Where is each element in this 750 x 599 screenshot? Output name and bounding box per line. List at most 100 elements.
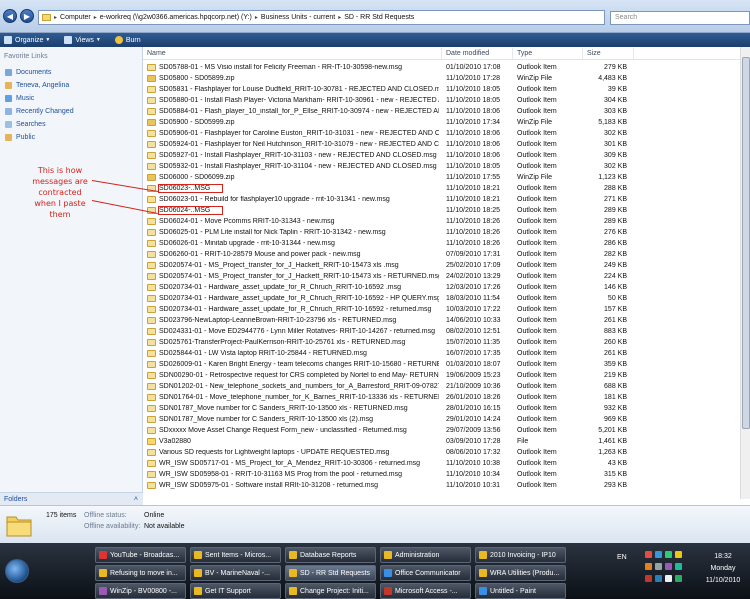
scrollbar-thumb[interactable]	[742, 57, 750, 429]
tray-icon[interactable]	[675, 563, 682, 570]
tray-icon[interactable]	[665, 551, 672, 558]
network-icon[interactable]	[655, 575, 662, 582]
file-row[interactable]: Various SD requests for Lightweight lapt…	[143, 447, 740, 458]
file-row[interactable]: SD025761-TransferProject-PaulKerrison-RR…	[143, 337, 740, 348]
volume-icon[interactable]	[665, 575, 672, 582]
taskbar-button[interactable]: 2010 Invoicing - IP10	[475, 547, 566, 563]
breadcrumb-business-units[interactable]: Business Units - current	[261, 14, 335, 21]
tray-icon[interactable]	[645, 551, 652, 558]
file-row[interactable]: SD020734-01 - Hardware_asset_update_for_…	[143, 304, 740, 315]
tray-icon[interactable]	[655, 551, 662, 558]
file-row[interactable]: SDN00290-01 - Retrospective request for …	[143, 370, 740, 381]
favorite-public[interactable]: Public	[5, 134, 35, 141]
breadcrumb-current-folder[interactable]: SD - RR Std Requests	[344, 14, 414, 21]
file-list[interactable]: Name Date modified Type Size SD05788-01 …	[143, 47, 740, 499]
file-row[interactable]: SD05880-01 - Install Flash Player- Victo…	[143, 95, 740, 106]
file-row[interactable]: SD05900 - SD05999.zip 11/10/2010 17:34 Win…	[143, 117, 740, 128]
file-row[interactable]: SD024331-01 - Move ED2944776 - Lynn Mill…	[143, 326, 740, 337]
column-type[interactable]: Type	[517, 50, 532, 57]
burn-button[interactable]: Burn	[114, 36, 141, 44]
address-box[interactable]: ▸ Computer ▸ e-workreq (\\g2w0366.americ…	[38, 10, 605, 25]
back-button[interactable]: ◀	[3, 9, 17, 23]
tray-icon[interactable]	[675, 575, 682, 582]
file-row[interactable]: SD06024-01 - Move Pcomms RRIT-10-31343 -…	[143, 216, 740, 227]
app-icon	[194, 569, 202, 577]
clock[interactable]: 18:32 Monday 11/10/2010	[700, 551, 746, 587]
taskbar-button-label: WinZip - BV00800 -...	[110, 587, 177, 595]
vertical-scrollbar[interactable]	[740, 47, 750, 499]
taskbar-button[interactable]: Untitled - Paint	[475, 583, 566, 599]
file-row[interactable]: SD06025-01 - PLM Lite install for Nick T…	[143, 227, 740, 238]
start-button[interactable]	[5, 559, 29, 583]
taskbar-button[interactable]: SD - RR Std Requests	[285, 565, 376, 581]
file-row[interactable]: SDN01787_Move number for C Sanders_RRIT-…	[143, 414, 740, 425]
file-row[interactable]: SDN01764-01 - Move_telephone_number_for_…	[143, 392, 740, 403]
taskbar-button[interactable]: Database Reports	[285, 547, 376, 563]
file-type: Outlook Item	[517, 229, 557, 236]
file-row[interactable]: SDN01787_Move number for C Sanders_RRIT-…	[143, 403, 740, 414]
tray-icon[interactable]	[655, 563, 662, 570]
column-size[interactable]: Size	[587, 50, 601, 57]
file-row[interactable]: SD020574-01 - MS_Project_transfer_for_J_…	[143, 260, 740, 271]
file-row[interactable]: WR_ISW SD05975-01 - Software install RRI…	[143, 480, 740, 491]
file-row[interactable]: SD06000 - SD06099.zip 11/10/2010 17:55 Win…	[143, 172, 740, 183]
file-row[interactable]: SD05927-01 - Install Flashplayer_RRIT-10…	[143, 150, 740, 161]
language-indicator[interactable]: EN	[617, 554, 627, 561]
taskbar-button[interactable]: Change Project: Initi...	[285, 583, 376, 599]
organize-button[interactable]: Organize ▼	[4, 36, 50, 44]
file-size: 249 KB	[604, 262, 627, 269]
file-type: Outlook Item	[517, 86, 557, 93]
file-row[interactable]: SD06023-..MSG 11/10/2010 18:21 Outlook Ite…	[143, 183, 740, 194]
favorite-user[interactable]: Teneva, Angelina	[5, 82, 69, 89]
tray-icon[interactable]	[645, 575, 652, 582]
breadcrumb-computer[interactable]: Computer	[60, 14, 91, 21]
views-button[interactable]: Views ▼	[64, 36, 101, 44]
favorite-recently-changed[interactable]: Recently Changed	[5, 108, 74, 115]
file-row[interactable]: SD026009-01 - Karen Bright Energy - team…	[143, 359, 740, 370]
file-row[interactable]: V3a02880 03/09/2010 17:28 File 1,461 KB	[143, 436, 740, 447]
tray-icon[interactable]	[665, 563, 672, 570]
file-row[interactable]: SD025844-01 - LW Vista laptop RRIT-10-25…	[143, 348, 740, 359]
tray-icon[interactable]	[675, 551, 682, 558]
file-row[interactable]: SD06260-01 - RRIT-10-28579 Mouse and pow…	[143, 249, 740, 260]
file-row[interactable]: SD05884-01 - Flash_player_10_install_for…	[143, 106, 740, 117]
file-row[interactable]: SD020734-01 - Hardware_asset_update_for_…	[143, 282, 740, 293]
file-row[interactable]: SDN01202-01 - New_telephone_sockets_and_…	[143, 381, 740, 392]
file-row[interactable]: SD05831 - Flashplayer for Louise Dudfiel…	[143, 84, 740, 95]
navigation-pane: Favorite Links Documents Teneva, Angelin…	[0, 47, 143, 507]
taskbar-button[interactable]: WinZip - BV00800 -...	[95, 583, 186, 599]
taskbar-button[interactable]: Administration	[380, 547, 471, 563]
file-row[interactable]: SDxxxxx Move Asset Change Request Form_n…	[143, 425, 740, 436]
favorite-documents[interactable]: Documents	[5, 69, 51, 76]
breadcrumb-drive[interactable]: e-workreq (\\g2w0366.americas.hpqcorp.ne…	[100, 14, 252, 21]
file-row[interactable]: SD06024-..MSG 11/10/2010 18:25 Outlook Ite…	[143, 205, 740, 216]
search-input[interactable]: Search	[610, 11, 750, 25]
taskbar-button[interactable]: YouTube - Broadcas...	[95, 547, 186, 563]
file-row[interactable]: SD023796-NewLaptop-LeanneBrown-RRIT-10-2…	[143, 315, 740, 326]
file-size: 293 KB	[604, 482, 627, 489]
file-row[interactable]: SD020734-01 - Hardware_asset_update_for_…	[143, 293, 740, 304]
taskbar-button[interactable]: Microsoft Access -...	[380, 583, 471, 599]
forward-button[interactable]: ▶	[20, 9, 34, 23]
favorite-searches[interactable]: Searches	[5, 121, 46, 128]
taskbar-button[interactable]: Refusing to move in...	[95, 565, 186, 581]
file-row[interactable]: SD05932-01 - Install Flashplayer_RRIT-10…	[143, 161, 740, 172]
taskbar-button[interactable]: Get IT Support	[190, 583, 281, 599]
column-name[interactable]: Name	[147, 50, 166, 57]
file-row[interactable]: SD06026-01 - Minitab upgrade - rrit-10-3…	[143, 238, 740, 249]
file-row[interactable]: WR_ISW SD05958-01 - RRIT-10-31163 MS Pro…	[143, 469, 740, 480]
taskbar-button[interactable]: BV - MarineNaval -...	[190, 565, 281, 581]
file-row[interactable]: WR_ISW SD05717-01 - MS_Project_for_A_Men…	[143, 458, 740, 469]
file-row[interactable]: SD05788-01 - MS Visio install for Felici…	[143, 62, 740, 73]
taskbar-button[interactable]: Office Communicator	[380, 565, 471, 581]
file-row[interactable]: SD05800 - SD05899.zip 11/10/2010 17:28 Win…	[143, 73, 740, 84]
file-row[interactable]: SD05924-01 - Flashplayer for Neil Hutchi…	[143, 139, 740, 150]
taskbar-button[interactable]: WRA Utilities (Produ...	[475, 565, 566, 581]
file-row[interactable]: SD06023-01 - Rebuild for flashplayer10 u…	[143, 194, 740, 205]
tray-icon[interactable]	[645, 563, 652, 570]
file-row[interactable]: SD020574-01 - MS_Project_transfer_for_J_…	[143, 271, 740, 282]
taskbar-button[interactable]: Sent Items - Micros...	[190, 547, 281, 563]
file-row[interactable]: SD05906-01 - Flashplayer for Caroline Eu…	[143, 128, 740, 139]
column-date-modified[interactable]: Date modified	[446, 50, 489, 57]
favorite-music[interactable]: Music	[5, 95, 34, 102]
